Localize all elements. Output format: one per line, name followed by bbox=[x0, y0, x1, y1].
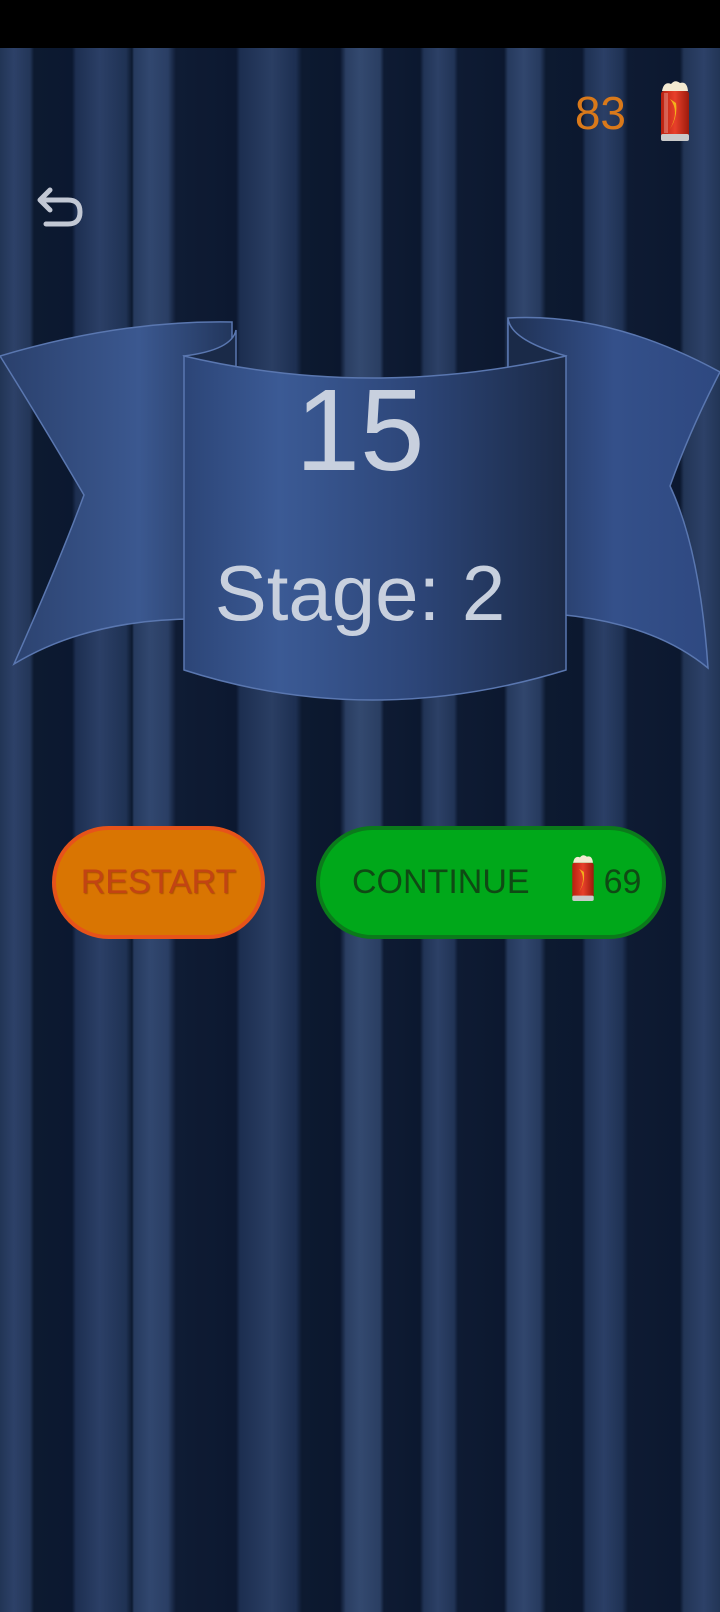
game-over-screen: 83 15 Stage: 2 RESTART CONTINUE 69 bbox=[0, 0, 720, 1612]
stage-label: Stage: 2 bbox=[214, 549, 506, 637]
beer-can-icon bbox=[658, 79, 692, 148]
back-button[interactable] bbox=[36, 184, 88, 230]
continue-label: CONTINUE bbox=[352, 863, 530, 901]
continue-button[interactable]: CONTINUE 69 bbox=[316, 826, 666, 939]
restart-label: RESTART bbox=[80, 863, 237, 901]
continue-cost: 69 bbox=[603, 863, 642, 901]
score-value: 15 bbox=[295, 365, 425, 495]
undo-arrow-icon bbox=[36, 187, 88, 234]
coin-count: 83 bbox=[574, 87, 626, 139]
coin-counter: 83 bbox=[575, 80, 692, 146]
status-bar bbox=[0, 0, 720, 48]
restart-button[interactable]: RESTART bbox=[52, 826, 265, 939]
beer-can-icon bbox=[570, 853, 596, 912]
